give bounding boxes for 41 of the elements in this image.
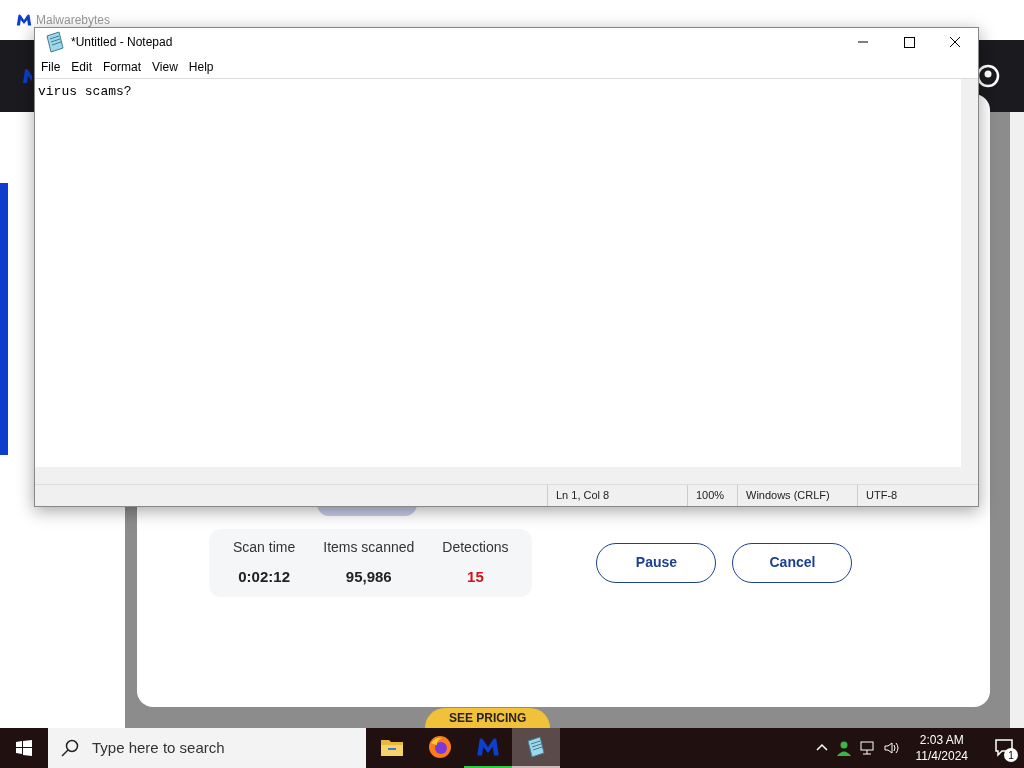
stat-value: 0:02:12 (238, 567, 290, 587)
window-title: *Untitled - Notepad (71, 34, 173, 51)
stat-value: 95,986 (345, 567, 392, 587)
vertical-scrollbar[interactable] (961, 79, 978, 467)
taskbar-app[interactable] (512, 728, 560, 768)
network-icon[interactable] (859, 740, 876, 756)
pause-button[interactable]: Pause (596, 542, 717, 583)
stat-label: Detections (442, 538, 509, 557)
speaker-icon[interactable] (883, 740, 900, 756)
status-text: 100% (687, 485, 737, 506)
clock[interactable]: 2:03 AM 11/4/2024 (907, 732, 976, 764)
stat-value: 15 (467, 567, 484, 587)
text-area[interactable]: virus scams? (35, 79, 961, 467)
browser-icon (428, 735, 452, 759)
notepad-icon (43, 30, 67, 54)
notification-button[interactable]: 1 (984, 728, 1024, 768)
windows-logo-icon[interactable] (16, 740, 32, 756)
menu-item[interactable]: Edit (67, 58, 97, 76)
pricing-button[interactable]: SEE PRICING (425, 708, 551, 728)
search-icon (60, 738, 80, 758)
status-text: Windows (CRLF) (737, 485, 857, 506)
menu-item[interactable]: File (37, 58, 65, 76)
chat-icon (994, 738, 1014, 758)
cancel-button[interactable]: Cancel (732, 542, 853, 583)
stat-label: Scan time (233, 538, 296, 557)
m-logo-icon (476, 737, 500, 757)
m-logo-icon (22, 68, 32, 84)
m-logo-icon (16, 13, 32, 27)
menu-item[interactable]: View (148, 58, 182, 76)
search-field[interactable]: Type here to search (48, 728, 366, 768)
folder-icon (380, 737, 404, 757)
horizontal-scrollbar[interactable] (35, 467, 978, 484)
menu-item[interactable]: Format (99, 58, 146, 76)
notepad-icon (524, 735, 548, 759)
status-text: UTF-8 (857, 485, 957, 506)
status-text: Ln 1, Col 8 (547, 485, 687, 506)
stat-label: Items scanned (323, 538, 415, 557)
person-icon[interactable] (835, 740, 852, 756)
window-title: Malwarebytes (36, 12, 111, 29)
notification-count: 1 (1004, 748, 1018, 762)
menu-item[interactable]: Help (184, 58, 218, 76)
